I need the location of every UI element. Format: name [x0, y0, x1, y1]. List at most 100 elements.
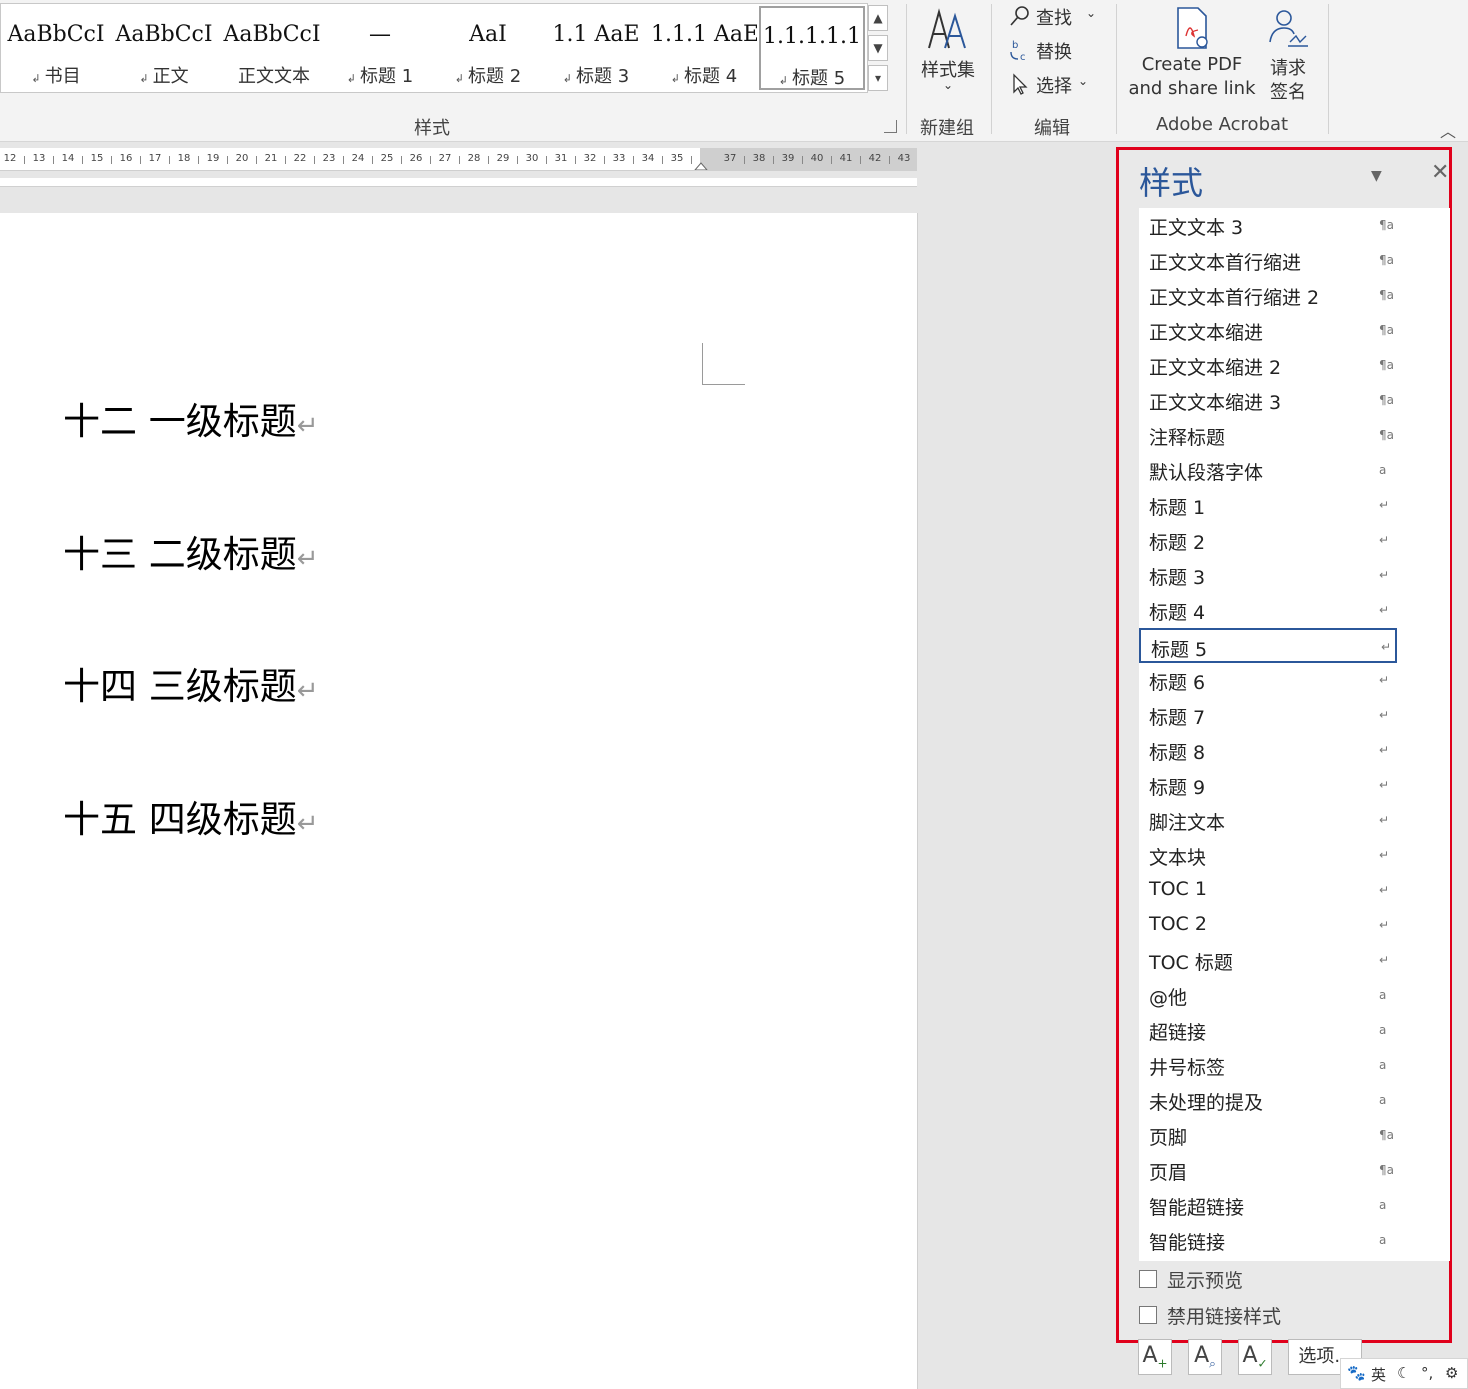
styles-pane-title: 样式 [1139, 164, 1204, 202]
style-sets-button[interactable]: 样式集 ⌄ [915, 4, 981, 96]
style-list-item[interactable]: 智能链接 a [1139, 1223, 1397, 1258]
ruler-tick-label: 40 [810, 153, 824, 164]
style-list-item[interactable]: 标题 3 ↵ [1139, 558, 1397, 593]
style-type-icon: a [1379, 463, 1387, 477]
styles-dialog-launcher-icon[interactable] [884, 120, 897, 133]
style-list-item[interactable]: TOC 2 ↵ [1139, 908, 1397, 943]
gallery-style-item[interactable]: AaBbCcI ↲ 正文 [111, 6, 217, 90]
create-pdf-button[interactable]: Create PDF and share link [1126, 4, 1258, 100]
style-list-item[interactable]: 标题 7 ↵ [1139, 698, 1397, 733]
style-type-icon: ↵ [1379, 743, 1390, 757]
style-list-item[interactable]: 文本块 ↵ [1139, 838, 1397, 873]
heading-1[interactable]: 十二 一级标题↵ [63, 391, 319, 445]
style-name: 正文文本 3 [1149, 217, 1244, 239]
ime-language-toggle[interactable]: 英 [1371, 1364, 1386, 1385]
style-list-item[interactable]: 正文文本首行缩进 2 ¶a [1139, 278, 1397, 313]
gallery-scroll-up-button[interactable]: ▲ [868, 5, 888, 31]
gallery-style-item[interactable]: 1.1.1 AaE ↲ 标题 4 [651, 6, 757, 90]
heading-4[interactable]: 十五 四级标题↵ [63, 789, 319, 843]
style-name: 标题 6 [1149, 672, 1206, 694]
svg-text:b: b [1012, 40, 1018, 51]
gallery-style-label: ↲ 正文 [111, 62, 217, 88]
style-list-item[interactable]: 标题 1 ↵ [1139, 488, 1397, 523]
ruler-tick-mark [744, 156, 745, 164]
style-list-item[interactable]: TOC 标题 ↵ [1139, 943, 1397, 978]
gallery-style-name: 标题 2 [468, 66, 522, 87]
new-group-label: 新建组 [920, 118, 974, 139]
style-list-item[interactable]: 正文文本首行缩进 ¶a [1139, 243, 1397, 278]
indent-marker-icon[interactable] [694, 161, 708, 171]
gear-icon[interactable]: ⚙ [1445, 1364, 1458, 1382]
style-list-item[interactable]: 标题 8 ↵ [1139, 733, 1397, 768]
request-signature-button[interactable]: 请求 签名 [1260, 4, 1316, 103]
heading-text: 三级标题 [148, 665, 297, 708]
ruler-tick-label: 28 [467, 153, 481, 164]
heading-3[interactable]: 十四 三级标题↵ [63, 656, 319, 710]
style-type-icon: ¶a [1379, 428, 1394, 442]
ime-toolbar[interactable]: 🐾 英 ☾ °, ⚙ [1340, 1358, 1468, 1389]
manage-styles-button[interactable]: A✓ [1238, 1339, 1272, 1375]
style-list-item[interactable]: 标题 6 ↵ [1139, 663, 1397, 698]
pane-menu-dropdown-icon[interactable]: ▼ [1371, 168, 1382, 184]
style-type-icon: ↵ [1379, 568, 1390, 582]
style-list-item[interactable]: 正文文本缩进 2 ¶a [1139, 348, 1397, 383]
gallery-style-label: ↲ 标题 1 [327, 62, 433, 88]
select-button[interactable]: 选择 ⌄ [1006, 70, 1106, 98]
close-icon[interactable]: ✕ [1431, 160, 1449, 185]
checkbox-box[interactable] [1139, 1306, 1157, 1324]
punctuation-icon[interactable]: °, [1421, 1364, 1433, 1382]
style-name: 正文文本缩进 2 [1149, 357, 1282, 379]
style-list-item[interactable]: 正文文本缩进 3 ¶a [1139, 383, 1397, 418]
gallery-scroll-down-button[interactable]: ▼ [868, 35, 888, 61]
style-name: 标题 8 [1149, 742, 1206, 764]
style-type-icon: ↵ [1379, 533, 1390, 547]
style-list-item[interactable]: 标题 9 ↵ [1139, 768, 1397, 803]
gallery-style-item[interactable]: AaI ↲ 标题 2 [435, 6, 541, 90]
heading-2[interactable]: 十三 二级标题↵ [63, 524, 319, 578]
style-list-item[interactable]: 标题 5 ↵ [1139, 628, 1397, 663]
style-list-item[interactable]: 页脚 ¶a [1139, 1118, 1397, 1153]
gallery-style-label: ↲ 标题 2 [435, 62, 541, 88]
style-list-item[interactable]: 井号标签 a [1139, 1048, 1397, 1083]
style-list-item[interactable]: 默认段落字体 a [1139, 453, 1397, 488]
gallery-style-item[interactable]: AaBbCcI 正文文本 [219, 6, 325, 90]
ruler-tick-label: 25 [380, 153, 394, 164]
chevron-down-icon: ⌄ [942, 78, 954, 92]
gallery-style-item[interactable]: 1.1.1.1.1 ↲ 标题 5 [759, 6, 865, 90]
style-list-item[interactable]: 页眉 ¶a [1139, 1153, 1397, 1188]
style-sets-icon [928, 8, 966, 49]
paw-icon[interactable]: 🐾 [1347, 1364, 1366, 1382]
style-list-item[interactable]: 超链接 a [1139, 1013, 1397, 1048]
ruler-tick-label: 22 [293, 153, 307, 164]
style-list-item[interactable]: 正文文本 3 ¶a [1139, 208, 1397, 243]
style-list-item[interactable]: 未处理的提及 a [1139, 1083, 1397, 1118]
gallery-style-item[interactable]: — ↲ 标题 1 [327, 6, 433, 90]
replace-button[interactable]: b c 替换 [1006, 36, 1106, 64]
style-list-item[interactable]: 注释标题 ¶a [1139, 418, 1397, 453]
horizontal-ruler[interactable]: 12 13 14 15 16 17 18 19 20 21 22 23 24 25 26 27 28 29 30 31… [0, 148, 917, 171]
gallery-more-button[interactable]: ▾ [868, 65, 888, 91]
style-list-item[interactable]: 标题 2 ↵ [1139, 523, 1397, 558]
style-list-item[interactable]: 正文文本缩进 ¶a [1139, 313, 1397, 348]
find-button[interactable]: 查找 ⌄ [1006, 2, 1106, 30]
style-type-icon: a [1379, 1023, 1387, 1037]
style-type-icon: ↵ [1379, 778, 1390, 792]
moon-icon[interactable]: ☾ [1397, 1364, 1410, 1382]
document-page[interactable]: 十二 一级标题↵ 十三 二级标题↵ 十四 三级标题↵ 十五 四级标题↵ [0, 213, 918, 1389]
style-list-item[interactable]: 智能超链接 a [1139, 1188, 1397, 1223]
style-list-item[interactable]: @他 a [1139, 978, 1397, 1013]
style-list-item[interactable]: TOC 1 ↵ [1139, 873, 1397, 908]
style-list[interactable]: 正文文本 3 ¶a 正文文本首行缩进 ¶a 正文文本首行缩进 2 ¶a 正文文本缩进 ¶a 正文… [1139, 208, 1450, 1261]
checkbox-box[interactable] [1139, 1270, 1157, 1288]
gallery-style-item[interactable]: 1.1 AaE ↲ 标题 3 [543, 6, 649, 90]
gallery-style-item[interactable]: AaBbCcI ↲ 书目 [3, 6, 109, 90]
style-list-item[interactable]: 脚注文本 ↵ [1139, 803, 1397, 838]
new-style-button[interactable]: A+ [1138, 1339, 1172, 1375]
request-sign-label-line1: 请求 [1270, 58, 1306, 79]
collapse-ribbon-icon[interactable]: ︿ [1440, 118, 1456, 142]
style-inspector-button[interactable]: A⌕ [1188, 1339, 1222, 1375]
gallery-style-label: ↲ 标题 4 [651, 62, 757, 88]
style-list-item[interactable]: 标题 4 ↵ [1139, 593, 1397, 628]
ruler-tick-mark [860, 156, 861, 164]
chevron-down-icon: ⌄ [1086, 6, 1097, 20]
